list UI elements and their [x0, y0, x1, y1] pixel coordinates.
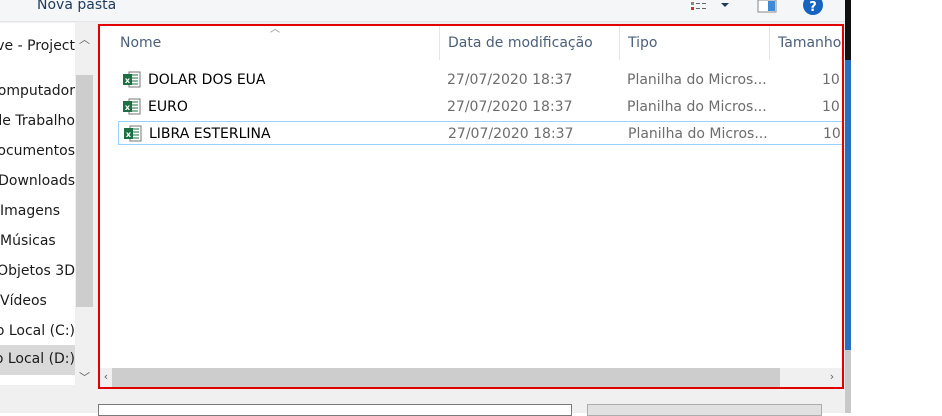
file-size: 10: [823, 126, 841, 142]
sidebar-item-drive-c[interactable]: Disco Local (C:): [0, 317, 75, 345]
toolbar: Nova pasta ?: [0, 0, 845, 22]
navigation-pane: OneDrive - Project Este Computador Área …: [0, 23, 75, 385]
file-list: ︿ Nome Data de modificação Tipo Tamanho …: [98, 24, 844, 389]
background-window: [845, 0, 851, 413]
excel-file-icon: x: [123, 98, 141, 115]
sidebar-item-videos[interactable]: Vídeos: [0, 287, 75, 315]
sidebar-item-music[interactable]: Músicas: [0, 227, 75, 255]
sidebar-item-drive-d[interactable]: Disco Local (D:): [0, 345, 75, 375]
file-type-dropdown[interactable]: [587, 404, 822, 416]
file-type: Planilha do Micros...: [627, 99, 767, 115]
preview-pane-icon[interactable]: [757, 0, 779, 14]
file-date: 27/07/2020 18:37: [447, 99, 573, 115]
scrollbar-thumb[interactable]: [112, 368, 780, 387]
column-header-type[interactable]: Tipo: [620, 26, 770, 60]
sidebar-item-documents[interactable]: Documentos: [0, 137, 75, 165]
scroll-up-icon[interactable]: ︿: [75, 31, 94, 47]
file-name: DOLAR DOS EUA: [148, 72, 266, 88]
svg-text:x: x: [125, 103, 131, 112]
chevron-down-icon[interactable]: [719, 0, 731, 12]
file-row[interactable]: x EURO 27/07/2020 18:37 Planilha do Micr…: [118, 95, 842, 119]
sidebar-item-onedrive[interactable]: OneDrive - Project: [0, 32, 75, 60]
sidebar-item-computer[interactable]: Este Computador: [0, 77, 75, 105]
sidebar-scrollbar[interactable]: ︿ ﹀: [75, 23, 94, 385]
file-name: LIBRA ESTERLINA: [149, 126, 271, 142]
file-type: Planilha do Micros...: [628, 126, 768, 142]
file-type: Planilha do Micros...: [627, 72, 767, 88]
file-row[interactable]: x DOLAR DOS EUA 27/07/2020 18:37 Planilh…: [118, 68, 842, 92]
file-size: 10: [822, 99, 840, 115]
excel-file-icon: x: [124, 125, 142, 142]
svg-text:x: x: [125, 76, 131, 85]
scrollbar-thumb[interactable]: [76, 75, 93, 307]
file-date: 27/07/2020 18:37: [447, 72, 573, 88]
column-header-date[interactable]: Data de modificação: [440, 26, 620, 60]
scroll-down-icon[interactable]: ﹀: [75, 369, 94, 385]
view-options-icon[interactable]: [688, 0, 710, 14]
column-header-size[interactable]: Tamanho: [770, 26, 842, 60]
sidebar-item-3d-objects[interactable]: Objetos 3D: [0, 257, 75, 285]
help-icon[interactable]: ?: [802, 0, 824, 16]
column-header-name[interactable]: Nome: [112, 26, 440, 60]
file-row-selected[interactable]: x LIBRA ESTERLINA 27/07/2020 18:37 Plani…: [118, 121, 842, 145]
sidebar-item-downloads[interactable]: Downloads: [0, 167, 75, 195]
scroll-right-icon[interactable]: ›: [826, 370, 838, 383]
sidebar-item-desktop[interactable]: Área de Trabalho: [0, 107, 75, 135]
file-date: 27/07/2020 18:37: [448, 126, 574, 142]
svg-text:x: x: [126, 130, 132, 139]
file-dialog: Nova pasta ? OneDrive - Project Este Com…: [0, 0, 845, 416]
sidebar-item-images[interactable]: Imagens: [0, 197, 75, 225]
new-folder-button[interactable]: Nova pasta: [37, 0, 116, 13]
horizontal-scrollbar[interactable]: ‹ ›: [100, 368, 842, 387]
file-size: 10: [822, 72, 840, 88]
scroll-left-icon[interactable]: ‹: [100, 370, 112, 383]
file-name-input[interactable]: [98, 404, 572, 416]
svg-text:?: ?: [809, 0, 817, 15]
excel-file-icon: x: [123, 71, 141, 88]
file-name: EURO: [148, 99, 188, 115]
